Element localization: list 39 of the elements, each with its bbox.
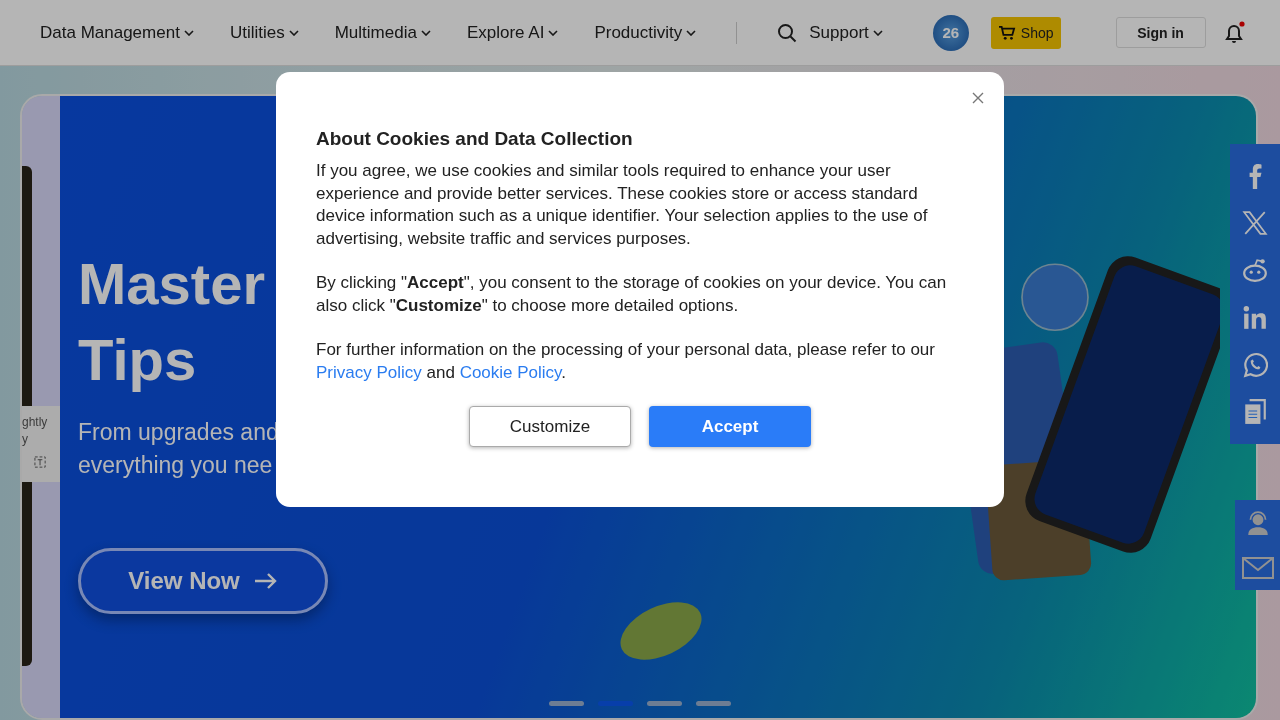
document-icon[interactable]: [1242, 398, 1268, 427]
dialog-paragraph: If you agree, we use cookies and similar tools required to enhance your user experience and provide better services. These cookies store or access standard device information such as a unique identifier. Your selection applies to the use of advertising, website traffic and services purposes.: [316, 160, 929, 250]
close-icon[interactable]: [972, 92, 984, 104]
cart-icon: [997, 24, 1016, 41]
dialog-paragraph: For further information on the processing of your personal data, please refer to our Privacy Policy and Cookie Policy.: [316, 339, 936, 384]
mail-icon[interactable]: [1241, 556, 1274, 580]
shop-button[interactable]: Shop: [990, 16, 1061, 49]
hero-title: Tips: [78, 326, 197, 394]
side-card-text: y: [22, 431, 28, 448]
linkedin-icon[interactable]: [1242, 303, 1268, 332]
search-icon[interactable]: [777, 22, 798, 43]
hero-subtitle: everything you nee: [78, 451, 273, 480]
x-icon[interactable]: [1242, 209, 1268, 237]
chevron-down-icon: [872, 29, 883, 36]
dialog-paragraph: By clicking "Accept", you consent to the storage of cookies on your device. You can also click "Customize" to choose more detailed options.: [316, 272, 948, 317]
nav-menu[interactable]: Explore AI: [466, 22, 559, 43]
nav-menu[interactable]: Multimedia: [334, 22, 431, 43]
dialog-title: About Cookies and Data Collection: [316, 128, 634, 150]
whatsapp-icon[interactable]: [1242, 350, 1268, 379]
privacy-policy-link[interactable]: Privacy Policy: [316, 362, 422, 382]
view-now-button[interactable]: View Now: [78, 548, 328, 614]
chevron-down-icon: [288, 29, 299, 36]
chevron-down-icon: [183, 29, 194, 36]
text-scan-icon[interactable]: [34, 456, 47, 469]
nav-menu[interactable]: Data Management: [40, 22, 194, 43]
cookie-policy-link[interactable]: Cookie Policy: [459, 362, 562, 382]
hero-title: Master: [78, 250, 265, 318]
support-menu[interactable]: Support: [809, 22, 883, 43]
chevron-down-icon: [686, 29, 697, 36]
nav-menu[interactable]: Utilities: [229, 22, 299, 43]
chevron-down-icon: [420, 29, 431, 36]
chevron-down-icon: [548, 29, 559, 36]
side-card-text: ghtly: [22, 414, 48, 431]
customize-button[interactable]: Customize: [469, 406, 631, 447]
nav-menu[interactable]: Productivity: [594, 22, 697, 43]
accept-button[interactable]: Accept: [649, 406, 811, 447]
reddit-icon[interactable]: [1242, 256, 1268, 285]
arrow-right-icon: [253, 573, 278, 589]
sign-in-button[interactable]: Sign in: [1115, 17, 1206, 48]
